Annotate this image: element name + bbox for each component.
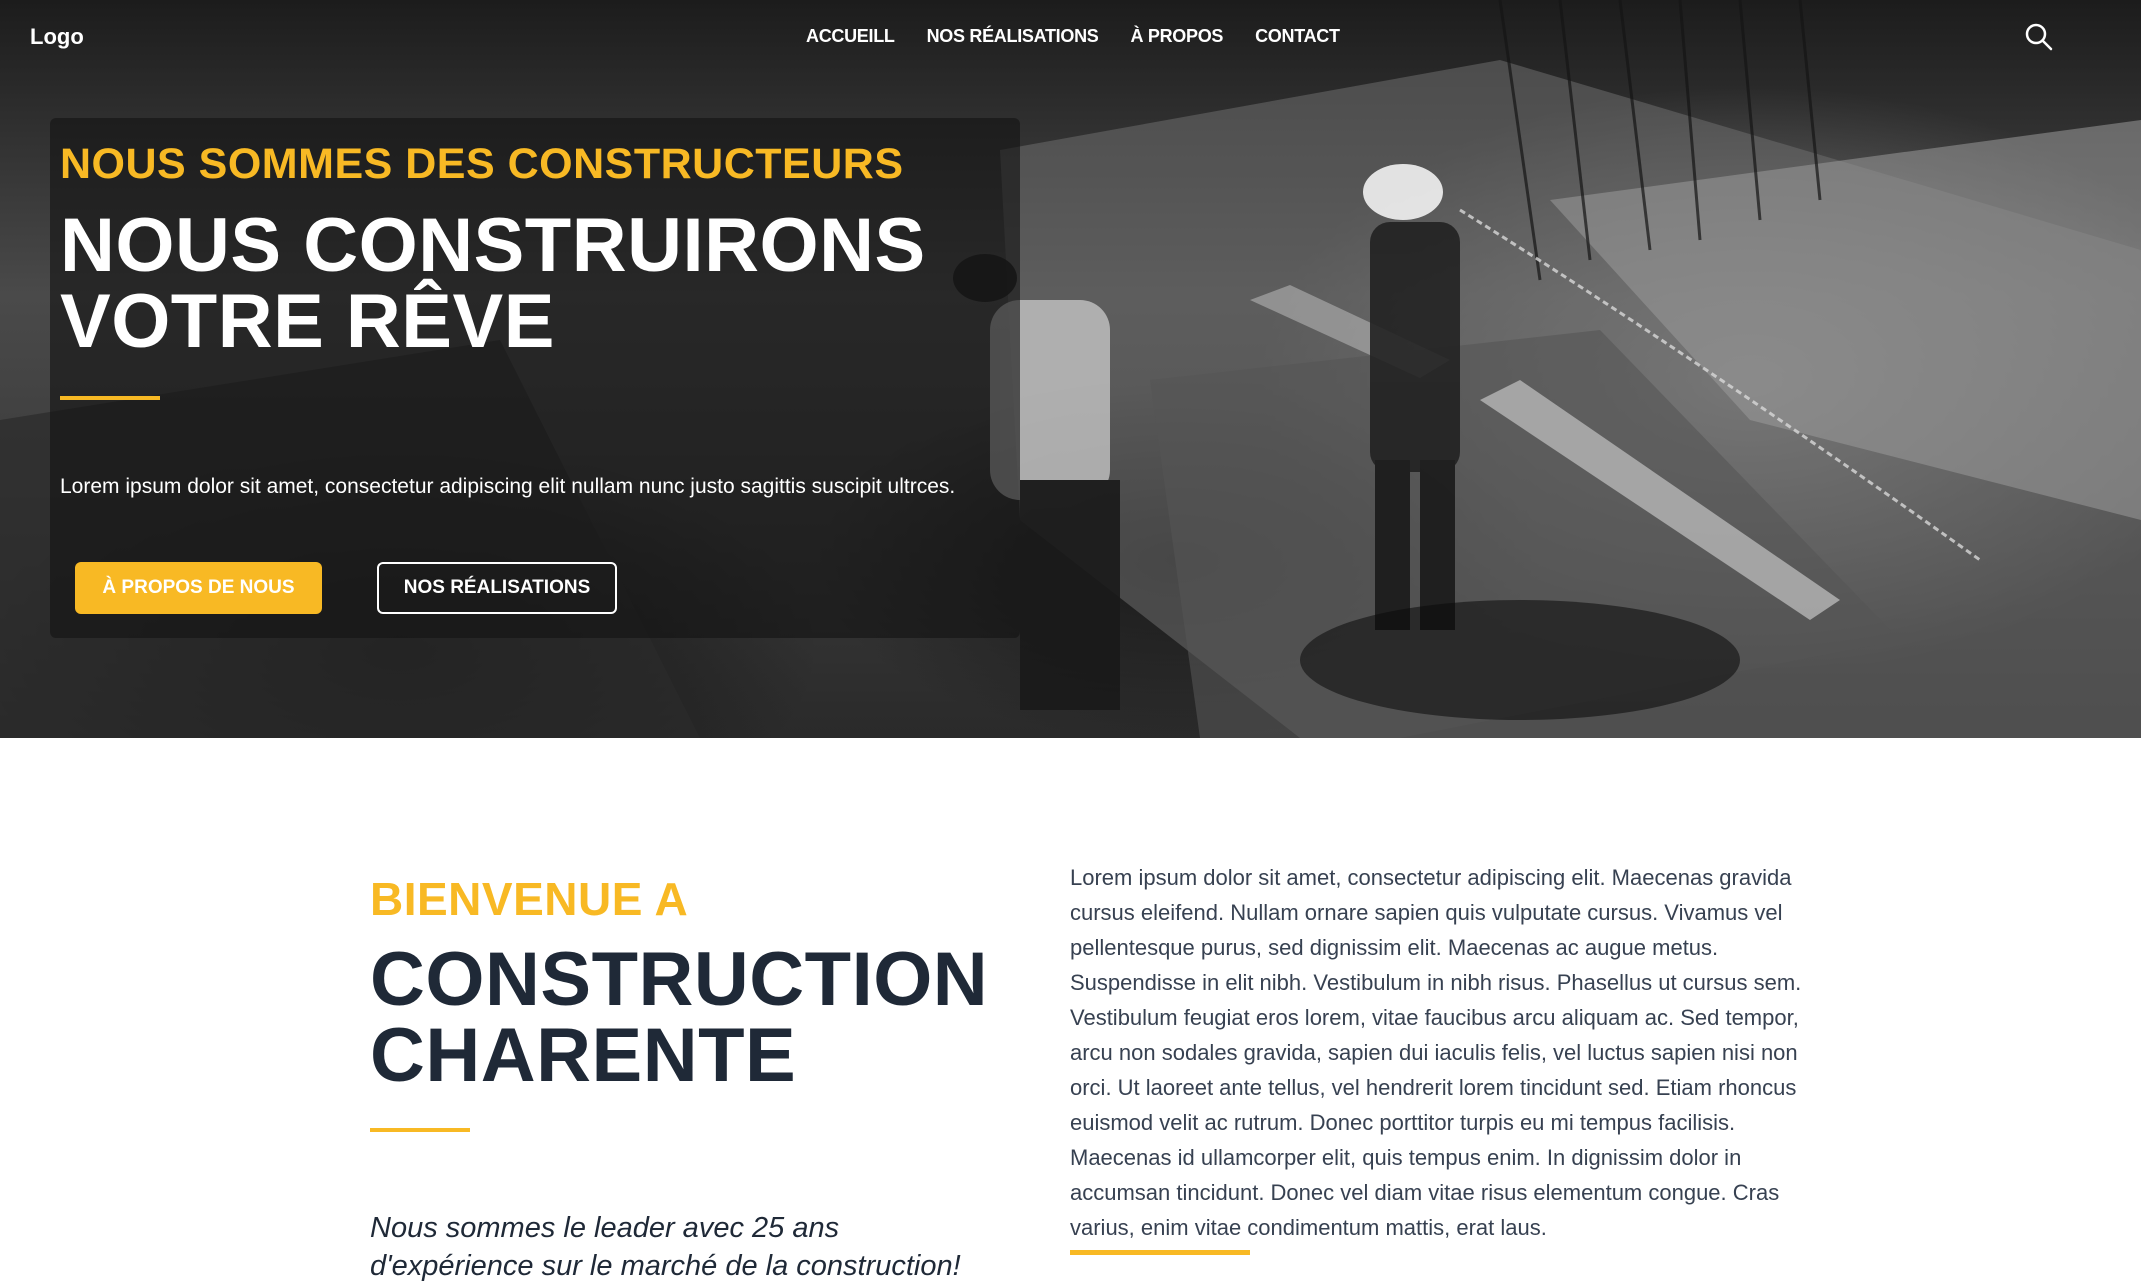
nav-a-propos[interactable]: À PROPOS (1130, 26, 1223, 47)
about-eyebrow: BIENVENUE A (370, 873, 689, 925)
about-us-button[interactable]: À PROPOS DE NOUS (75, 562, 322, 614)
nav-contact[interactable]: CONTACT (1255, 26, 1340, 47)
top-navigation: Logo ACCUEILL NOS RÉALISATIONS À PROPOS … (0, 0, 2141, 78)
about-lead: Nous sommes le leader avec 25 ans d'expé… (370, 1212, 961, 1282)
about-accent-divider (370, 1128, 470, 1132)
hero-accent-divider (60, 396, 160, 400)
our-projects-button[interactable]: NOS RÉALISATIONS (377, 562, 617, 614)
about-title: CONSTRUCTION CHARENTE (370, 937, 989, 1098)
hero-eyebrow: NOUS SOMMES DES CONSTRUCTEURS (60, 140, 904, 188)
main-nav: ACCUEILL NOS RÉALISATIONS À PROPOS CONTA… (806, 26, 1340, 47)
search-icon[interactable] (2024, 22, 2054, 52)
hero-title: NOUS CONSTRUIRONS VOTRE RÊVE (60, 203, 926, 364)
hero-section: Logo ACCUEILL NOS RÉALISATIONS À PROPOS … (0, 0, 2141, 738)
hero-overlay-card (50, 118, 1020, 638)
logo[interactable]: Logo (30, 24, 84, 50)
nav-accueil[interactable]: ACCUEILL (806, 26, 895, 47)
about-body-text: Lorem ipsum dolor sit amet, consectetur … (1070, 865, 1802, 1240)
body-accent-divider (1070, 1250, 1250, 1255)
hero-description: Lorem ipsum dolor sit amet, consectetur … (60, 475, 956, 498)
nav-nos-realisations[interactable]: NOS RÉALISATIONS (927, 26, 1099, 47)
